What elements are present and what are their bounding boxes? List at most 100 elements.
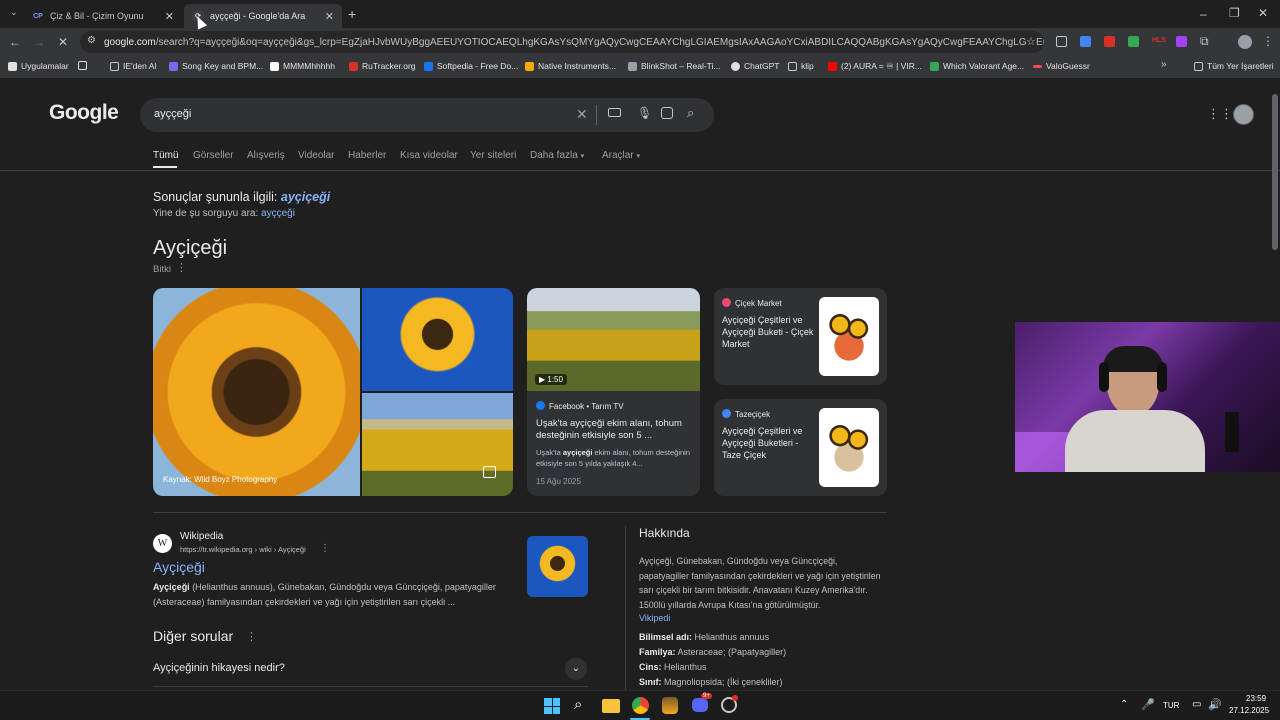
menu-kebab-icon[interactable]: ⋮ — [1262, 35, 1274, 47]
result-title-link[interactable]: Ayçiçeği — [153, 559, 205, 575]
sunflower-sky-image[interactable] — [362, 288, 513, 391]
bookmark-chatgpt[interactable]: ChatGPT — [731, 61, 779, 71]
bookmark-mmmm[interactable]: MMMMhhhhh — [270, 61, 335, 71]
url-path: /search?q=ayççeği&oq=ayççeği&gs_lcrp=EgZ… — [155, 36, 1044, 48]
bookmark-blinkshot[interactable]: BlinkShot – Real-Ti... — [628, 61, 721, 71]
wikipedia-link[interactable]: Vikipedi — [639, 613, 670, 623]
stop-loading-icon[interactable]: ✕ — [58, 36, 68, 48]
result-url[interactable]: https://tr.wikipedia.org › wiki › Ayçiçe… — [180, 545, 306, 554]
question-item[interactable]: Ayçiçeğinin hikayesi nedir? — [153, 662, 285, 674]
bookmark-star-icon[interactable]: ☆ — [1026, 35, 1036, 48]
bookmark-native-instruments[interactable]: Native Instruments... — [525, 61, 616, 71]
bookmark-apps[interactable]: Uygulamalar — [8, 61, 69, 71]
search-icon[interactable]: ⌕ — [574, 696, 582, 713]
window-close-icon[interactable]: ✕ — [1258, 7, 1268, 19]
image-collage[interactable]: Kaynak: Wild Boyz Photography — [153, 288, 513, 496]
show-hidden-icons-chevron[interactable]: ⌃ — [1120, 699, 1128, 710]
corrected-query-link[interactable]: ayçiçeği — [281, 190, 330, 204]
original-query-link[interactable]: ayççeği — [261, 208, 295, 219]
clock-date[interactable]: 27.12.2025 — [1229, 706, 1269, 715]
sunflower-closeup-image[interactable] — [153, 288, 360, 496]
clear-icon[interactable]: ✕ — [576, 106, 588, 123]
clock-time[interactable]: 23:59 — [1246, 694, 1266, 703]
tab-short-videos[interactable]: Kısa videolar — [400, 150, 458, 161]
windows-start-icon[interactable] — [544, 698, 560, 714]
discord-icon[interactable] — [692, 698, 708, 712]
tab-ciz-bil[interactable]: CP Çiz & Bil - Çizim Oyunu ✕ — [24, 4, 182, 28]
account-avatar[interactable] — [1233, 104, 1254, 125]
shopping-card[interactable]: Çiçek Market Ayçiçeği Çeşitleri ve Ayçiç… — [714, 288, 887, 385]
extension-badge-icon[interactable] — [1104, 36, 1115, 47]
file-explorer-icon[interactable] — [602, 699, 620, 713]
search-input[interactable]: ayççeği — [154, 108, 191, 120]
sunflower-field-image[interactable] — [362, 393, 513, 496]
tab-news[interactable]: Haberler — [348, 150, 386, 161]
result-thumbnail[interactable] — [527, 536, 588, 597]
more-options-icon[interactable]: ⋮ — [246, 630, 257, 643]
tab-search-chevron-icon[interactable]: ⌄ — [10, 8, 18, 17]
network-icon[interactable]: ▭ — [1192, 699, 1201, 710]
shop-title[interactable]: Ayçiçeği Çeşitleri ve Ayçiçeği Buketleri… — [722, 425, 814, 461]
hls-extension-icon[interactable]: HLS — [1152, 37, 1166, 44]
bouquet-image[interactable] — [819, 297, 879, 376]
microphone-icon[interactable]: 🎙 — [637, 106, 652, 120]
bookmark-grid[interactable] — [78, 61, 91, 70]
maximize-icon[interactable]: ❐ — [1229, 7, 1240, 19]
profile-avatar[interactable] — [1238, 35, 1252, 49]
extension-icon[interactable] — [1176, 36, 1187, 47]
tab-tools[interactable]: Araçlar ▾ — [602, 150, 640, 161]
download-extension-icon[interactable] — [1128, 36, 1139, 47]
site-info-icon[interactable]: ⚙ — [87, 35, 96, 46]
about-title: Hakkında — [639, 526, 690, 540]
minimize-icon[interactable]: – — [1200, 8, 1207, 20]
tab-places[interactable]: Yer siteleri — [470, 150, 516, 161]
apps-grid-icon[interactable]: ⋮⋮ — [1207, 106, 1233, 122]
back-arrow-icon[interactable]: ← — [9, 36, 21, 48]
puzzle-extensions-icon[interactable]: ⧉ — [1200, 35, 1209, 47]
translate-extension-icon[interactable] — [1080, 36, 1091, 47]
google-logo[interactable]: Google — [49, 101, 119, 125]
microphone-icon[interactable]: 🎤 — [1141, 698, 1155, 711]
keyboard-icon[interactable] — [608, 108, 621, 117]
tab-google-search[interactable]: ⟳ ayççeği - Google'da Ara ✕ — [184, 4, 342, 28]
result-options-icon[interactable]: ⋮ — [320, 543, 330, 554]
chevron-down-icon[interactable]: ⌄ — [565, 658, 587, 680]
tab-more[interactable]: Daha fazla ▾ — [530, 150, 584, 161]
search-box[interactable]: ayççeği ✕ 🎙 ⌕ — [140, 98, 714, 132]
bookmark-all[interactable]: Tüm Yer İşaretleri — [1194, 61, 1274, 71]
tab-videos[interactable]: Videolar — [298, 150, 335, 161]
new-tab-plus-icon[interactable]: + — [348, 7, 356, 21]
chrome-icon[interactable] — [632, 697, 649, 714]
video-title[interactable]: Uşak'ta ayçiçeği ekim alanı, tohum deste… — [536, 418, 694, 442]
volume-icon[interactable]: 🔊 — [1208, 698, 1222, 711]
bouquet-image[interactable] — [819, 408, 879, 487]
close-icon[interactable]: ✕ — [165, 10, 174, 23]
bookmark-valorant-agent[interactable]: Which Valorant Age... — [930, 61, 1024, 71]
bookmark-folder-ie[interactable]: IE'den Al — [110, 61, 156, 71]
bookmark-valoguessr[interactable]: ValoGuessr — [1033, 61, 1090, 71]
result-site-name[interactable]: Wikipedia — [180, 531, 223, 542]
lens-camera-icon[interactable] — [661, 107, 673, 119]
more-bookmarks-chevron-icon[interactable]: » — [1161, 60, 1167, 70]
more-options-icon[interactable]: ⋮ — [176, 261, 187, 274]
bookmark-rutracker[interactable]: RuTracker.org — [349, 61, 416, 71]
shop-title[interactable]: Ayçiçeği Çeşitleri ve Ayçiçeği Buketi - … — [722, 314, 814, 350]
close-icon[interactable]: ✕ — [325, 10, 334, 23]
search-icon[interactable]: ⌕ — [687, 105, 694, 121]
extension-icon[interactable] — [1056, 36, 1067, 47]
bookmark-softpedia[interactable]: Softpedia - Free Do... — [424, 61, 518, 71]
bookmark-folder-klip[interactable]: klip — [788, 61, 814, 71]
tab-all[interactable]: Tümü — [153, 150, 179, 161]
address-bar[interactable]: ⚙ google.com/search?q=ayççeği&oq=ayççeği… — [80, 31, 1044, 53]
bookmark-songkey[interactable]: Song Key and BPM... — [169, 61, 263, 71]
shopping-card[interactable]: Tazeçiçek Ayçiçeği Çeşitleri ve Ayçiçeği… — [714, 399, 887, 496]
tab-shopping[interactable]: Alışveriş — [247, 150, 285, 161]
page-scrollbar[interactable] — [1272, 94, 1278, 250]
video-card[interactable]: ▶ 1:50 Facebook • Tarım TV Uşak'ta ayçiç… — [527, 288, 700, 496]
forward-arrow-icon[interactable]: → — [33, 36, 45, 48]
language-indicator[interactable]: TUR — [1163, 701, 1179, 710]
image-gallery-icon[interactable] — [483, 466, 496, 478]
fl-studio-icon[interactable] — [662, 697, 678, 714]
tab-images[interactable]: Görseller — [193, 150, 234, 161]
bookmark-aura[interactable]: (2) AURA = ♾ | VIR... — [828, 61, 922, 72]
